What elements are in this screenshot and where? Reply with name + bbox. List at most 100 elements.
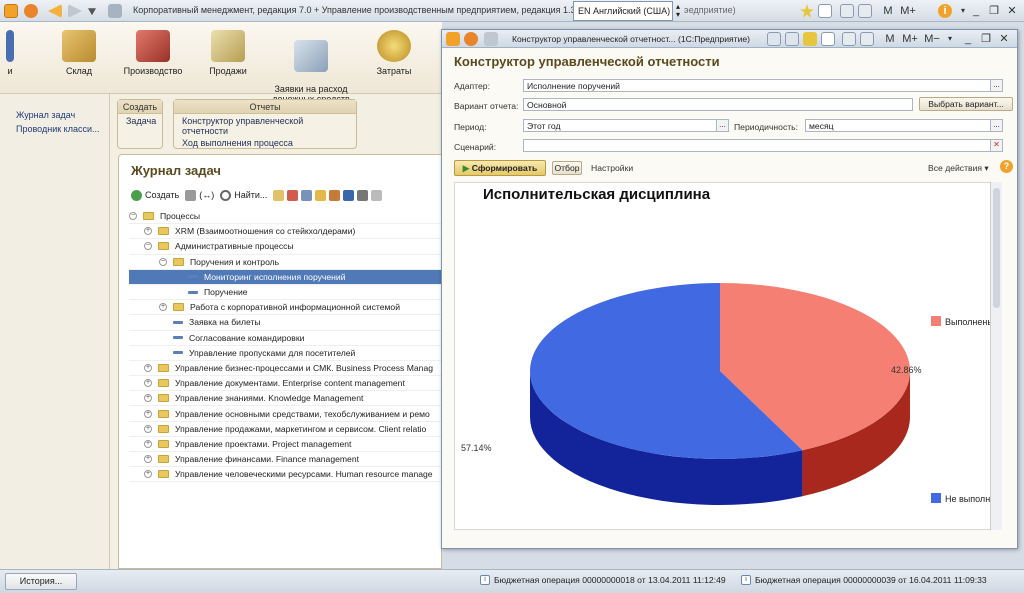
favorites-icon[interactable] — [803, 32, 817, 46]
select-button[interactable]: ... — [716, 120, 728, 131]
info-icon[interactable]: i — [938, 4, 952, 18]
tree-row[interactable]: + Работа с корпоративной информационной с… — [129, 300, 441, 316]
dropdown-icon[interactable] — [88, 8, 96, 16]
edit-icon[interactable] — [185, 189, 197, 201]
forward-icon[interactable] — [68, 4, 82, 18]
collapse-icon[interactable]: − — [144, 242, 152, 251]
tree-row[interactable]: + Управление знаниями. Knowledge Manageme… — [129, 391, 441, 407]
scenario-field[interactable]: ✕ — [523, 139, 1003, 152]
tool-icon-4[interactable] — [315, 189, 327, 201]
expand-icon[interactable]: + — [144, 470, 152, 479]
nav-icon[interactable] — [484, 32, 498, 46]
tool-icon-3[interactable] — [301, 189, 313, 201]
tree-row[interactable]: Управление пропусками для посетителей — [129, 346, 441, 361]
tool-icon-2[interactable] — [287, 189, 299, 201]
calculator-icon[interactable] — [860, 32, 874, 46]
close-button[interactable]: ✕ — [996, 32, 1012, 46]
document-icon[interactable] — [821, 32, 835, 46]
language-indicator[interactable]: EN Английский (США) — [573, 1, 673, 21]
print-icon[interactable] — [357, 189, 369, 201]
select-button[interactable]: ... — [990, 80, 1002, 91]
expand-icon[interactable]: + — [144, 379, 152, 388]
periodicity-field[interactable]: месяц ... — [805, 119, 1003, 132]
chevron-down-icon[interactable]: ▾ — [942, 32, 958, 46]
expand-icon[interactable]: + — [144, 455, 152, 464]
section-warehouse[interactable]: Склад — [52, 30, 106, 76]
report-constructor-link[interactable]: Конструктор управленческой отчетности — [174, 114, 356, 138]
choose-variant-button[interactable]: Выбрать вариант... — [919, 97, 1013, 111]
print-icon[interactable] — [785, 32, 799, 46]
history-button[interactable]: История... — [5, 573, 77, 590]
m-plus-button[interactable]: M+ — [900, 4, 916, 18]
document-icon[interactable] — [818, 4, 832, 18]
tree-row[interactable]: − Поручения и контроль — [129, 255, 441, 270]
app-logo-icon[interactable] — [446, 32, 460, 46]
section-production[interactable]: Производство — [120, 30, 186, 76]
status-item-1[interactable]: i Бюджетная операция 00000000018 от 13.04… — [480, 575, 726, 585]
lang-spinner-icon[interactable]: ▴ ▾ — [676, 3, 682, 19]
tree-row[interactable]: Заявка на билеты — [129, 315, 441, 331]
expand-icon[interactable]: + — [144, 439, 152, 448]
expand-icon[interactable]: + — [144, 394, 152, 403]
collapse-icon[interactable]: − — [159, 257, 167, 266]
generate-button[interactable]: ▶ Сформировать — [454, 160, 546, 176]
m-minus-button[interactable]: M− — [924, 32, 940, 46]
menu-icon[interactable] — [464, 32, 478, 46]
settings-icon[interactable] — [371, 189, 383, 201]
m-plus-button[interactable]: M+ — [902, 32, 918, 46]
tree-row[interactable]: Согласование командировки — [129, 331, 441, 346]
expand-icon[interactable]: + — [144, 424, 152, 433]
minimize-button[interactable]: _ — [968, 4, 984, 18]
nav-task-journal[interactable]: Журнал задач — [16, 110, 75, 120]
select-button[interactable]: ... — [990, 120, 1002, 131]
favorites-icon[interactable] — [800, 4, 814, 18]
find-button[interactable]: Найти... — [220, 189, 267, 201]
tree-row[interactable]: + Управление бизнес-процессами и СМК. Bus… — [129, 361, 441, 377]
tree-row[interactable]: + Управление финансами. Finance managemen… — [129, 452, 441, 468]
tree-row[interactable]: Поручение — [129, 285, 441, 301]
app-logo-icon[interactable] — [4, 4, 18, 18]
create-button[interactable]: Создать — [131, 189, 179, 201]
settings-button[interactable]: Настройки — [591, 163, 633, 173]
restore-button[interactable]: ❐ — [978, 32, 994, 46]
status-item-2[interactable]: i Бюджетная операция 00000000039 от 16.04… — [741, 575, 987, 585]
export-icon[interactable] — [343, 189, 355, 201]
adapter-field[interactable]: Исполнение поручений ... — [523, 79, 1003, 92]
tree-row[interactable]: + Управление проектами. Project managemen… — [129, 437, 441, 452]
calculator-icon[interactable] — [858, 4, 872, 18]
tree-row[interactable]: + XRM (Взаимоотношения со стейкхолдерами) — [129, 224, 441, 240]
m-button[interactable]: M — [882, 32, 898, 46]
expand-icon[interactable]: + — [159, 303, 167, 312]
sort-icon[interactable] — [329, 189, 341, 201]
collapse-icon[interactable]: − — [129, 212, 137, 221]
m-button[interactable]: M — [880, 4, 896, 18]
all-actions-menu[interactable]: Все действия ▾ — [928, 163, 989, 174]
filter-button[interactable]: Отбор — [552, 161, 582, 175]
section-partial[interactable]: и — [0, 30, 20, 76]
tree-row[interactable]: − Процессы — [129, 209, 441, 225]
section-sales[interactable]: Продажи — [200, 30, 256, 76]
tree-row[interactable]: + Управление документами. Enterprise cont… — [129, 376, 441, 392]
refresh-button[interactable]: (↔) — [199, 190, 214, 200]
clear-icon[interactable]: ✕ — [990, 140, 1002, 151]
chart-scrollbar[interactable] — [990, 182, 1002, 530]
create-task-link[interactable]: Задача — [118, 114, 162, 128]
help-icon[interactable]: ? — [1000, 160, 1013, 173]
back-icon[interactable] — [48, 4, 62, 18]
expand-icon[interactable]: + — [144, 409, 152, 418]
menu-icon[interactable] — [24, 4, 38, 18]
variant-field[interactable]: Основной — [523, 98, 913, 111]
tree-row[interactable]: − Административные процессы — [129, 239, 441, 255]
tree-row[interactable]: Мониторинг исполнения поручений — [129, 269, 441, 285]
save-icon[interactable] — [767, 32, 781, 46]
close-button[interactable]: ✕ — [1004, 4, 1020, 18]
scroll-thumb[interactable] — [993, 188, 1000, 308]
tree-row[interactable]: + Управление продажами, маркетингом и сер… — [129, 422, 441, 437]
calendar-icon[interactable] — [842, 32, 856, 46]
section-costs[interactable]: Затраты — [366, 30, 422, 76]
expand-icon[interactable]: + — [144, 363, 152, 372]
period-field[interactable]: Этот год ... — [523, 119, 729, 132]
minimize-button[interactable]: _ — [960, 32, 976, 46]
nav-classifier-explorer[interactable]: Проводник класси... — [16, 124, 99, 134]
restore-button[interactable]: ❐ — [986, 4, 1002, 18]
